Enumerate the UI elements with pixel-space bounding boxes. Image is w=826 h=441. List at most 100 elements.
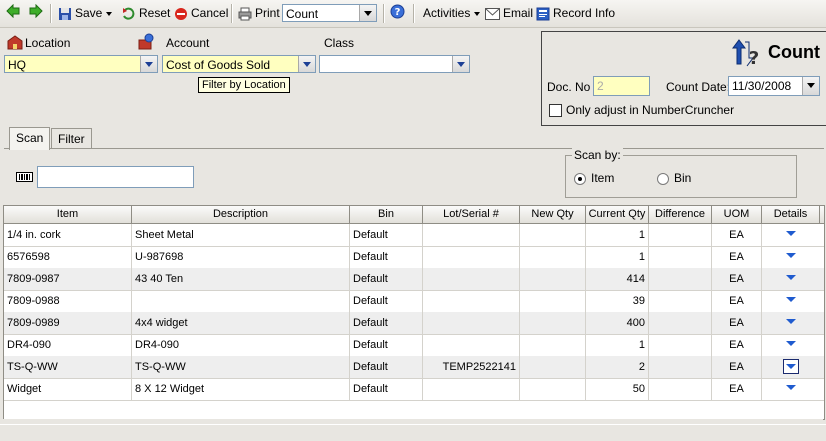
class-dropdown-icon[interactable] <box>452 56 469 72</box>
cell-description: TS-Q-WW <box>132 356 350 378</box>
table-row[interactable]: 1/4 in. cork Sheet Metal Default 1 EA <box>4 224 824 247</box>
activities-menu[interactable]: Activities <box>423 4 481 22</box>
details-dropdown-icon[interactable] <box>786 341 796 346</box>
details-dropdown-icon[interactable] <box>786 385 796 390</box>
column-header-details[interactable]: Details <box>762 206 820 223</box>
cell-bin: Default <box>350 356 423 378</box>
account-dropdown-icon[interactable] <box>298 56 315 72</box>
scan-by-bin-label: Bin <box>674 171 692 185</box>
column-header-uom[interactable]: UOM <box>712 206 762 223</box>
print-format-dropdown-icon[interactable] <box>359 5 376 21</box>
only-adjust-checkbox[interactable] <box>549 104 562 117</box>
cell-uom: EA <box>712 356 762 378</box>
tab-filter[interactable]: Filter <box>51 128 92 149</box>
details-dropdown-icon[interactable] <box>786 297 796 302</box>
cell-new-qty[interactable] <box>520 312 586 334</box>
table-row[interactable]: 7809-0989 4x4 widget Default 400 EA <box>4 312 824 335</box>
cell-item: 7809-0987 <box>4 268 132 290</box>
count-date-dropdown-icon[interactable] <box>802 77 819 95</box>
details-dropdown-icon[interactable] <box>786 231 796 236</box>
class-select[interactable] <box>319 55 470 73</box>
cell-new-qty[interactable] <box>520 334 586 356</box>
cell-lot <box>423 334 520 356</box>
cell-new-qty[interactable] <box>520 268 586 290</box>
column-header-bin[interactable]: Bin <box>350 206 423 223</box>
location-select[interactable]: HQ <box>4 55 158 73</box>
cell-bin: Default <box>350 378 423 400</box>
account-label: Account <box>166 36 210 50</box>
table-row[interactable]: 6576598 U-987698 Default 1 EA <box>4 246 824 269</box>
cell-lot <box>423 378 520 400</box>
scan-by-bin-radio[interactable] <box>657 173 669 185</box>
horizontal-scrollbar[interactable] <box>3 419 823 423</box>
tooltip: Filter by Location <box>198 77 290 93</box>
forward-button[interactable] <box>29 3 43 22</box>
scan-by-item-radio[interactable] <box>574 173 586 185</box>
cell-new-qty[interactable] <box>520 246 586 268</box>
cell-description: DR4-090 <box>132 334 350 356</box>
table-row[interactable]: Widget 8 X 12 Widget Default 50 EA <box>4 378 824 401</box>
email-button[interactable]: Email <box>485 4 533 22</box>
cell-details <box>762 246 820 268</box>
details-dropdown-icon[interactable] <box>783 359 799 374</box>
help-button[interactable]: ? <box>390 4 405 22</box>
column-header-item[interactable]: Item <box>4 206 132 223</box>
cell-new-qty[interactable] <box>520 356 586 378</box>
status-bar <box>0 424 826 441</box>
cell-lot <box>423 246 520 268</box>
forward-arrow-icon <box>29 3 43 19</box>
cell-item: 7809-0988 <box>4 290 132 312</box>
cell-lot <box>423 290 520 312</box>
cell-uom: EA <box>712 290 762 312</box>
details-dropdown-icon[interactable] <box>786 275 796 280</box>
doc-no-input[interactable]: 2 <box>593 76 650 96</box>
save-button[interactable]: Save <box>58 4 113 22</box>
tab-scan[interactable]: Scan <box>9 127 51 150</box>
location-value: HQ <box>8 58 26 72</box>
class-label: Class <box>324 36 355 50</box>
cell-details <box>762 356 820 378</box>
table-row[interactable]: TS-Q-WW TS-Q-WW Default TEMP2522141 2 EA <box>4 356 824 379</box>
scan-input[interactable] <box>37 166 194 188</box>
account-select[interactable]: Cost of Goods Sold <box>162 55 316 73</box>
print-format-select[interactable]: Count <box>282 4 377 22</box>
scan-by-label: Scan by: <box>572 148 623 162</box>
table-row[interactable]: 7809-0988 Default 39 EA <box>4 290 824 313</box>
print-button[interactable]: Print <box>238 4 280 22</box>
column-header-description[interactable]: Description <box>132 206 350 223</box>
cell-current-qty: 400 <box>586 312 649 334</box>
tab-divider <box>4 148 824 149</box>
cell-description <box>132 290 350 312</box>
cell-lot <box>423 268 520 290</box>
cell-new-qty[interactable] <box>520 290 586 312</box>
cell-difference <box>649 334 712 356</box>
column-header-current-qty[interactable]: Current Qty <box>586 206 649 223</box>
svg-text:?: ? <box>749 48 759 68</box>
table-row[interactable]: 7809-0987 43 40 Ten Default 414 EA <box>4 268 824 291</box>
cell-item: 6576598 <box>4 246 132 268</box>
reset-button[interactable]: Reset <box>122 4 170 22</box>
cell-new-qty[interactable] <box>520 378 586 400</box>
record-info-button[interactable]: Record Info <box>536 4 615 22</box>
table-row[interactable]: DR4-090 DR4-090 Default 1 EA <box>4 334 824 357</box>
location-dropdown-icon[interactable] <box>140 56 157 72</box>
cell-details <box>762 378 820 400</box>
location-label: Location <box>25 36 71 50</box>
count-date-picker[interactable]: 11/30/2008 <box>728 76 820 96</box>
record-info-icon <box>536 7 550 21</box>
save-dropdown-icon[interactable] <box>106 11 113 16</box>
column-header-new-qty[interactable]: New Qty <box>520 206 586 223</box>
count-date-label: Count Date: <box>666 80 731 94</box>
details-dropdown-icon[interactable] <box>786 253 796 258</box>
details-dropdown-icon[interactable] <box>786 319 796 324</box>
cell-details <box>762 290 820 312</box>
reset-label: Reset <box>139 6 171 20</box>
column-header-lot-serial[interactable]: Lot/Serial # <box>423 206 520 223</box>
column-header-difference[interactable]: Difference <box>649 206 712 223</box>
cell-details <box>762 268 820 290</box>
cancel-button[interactable]: Cancel <box>174 4 228 22</box>
cell-new-qty[interactable] <box>520 224 586 246</box>
back-button[interactable] <box>6 3 20 22</box>
cell-item: TS-Q-WW <box>4 356 132 378</box>
cell-item: 7809-0989 <box>4 312 132 334</box>
